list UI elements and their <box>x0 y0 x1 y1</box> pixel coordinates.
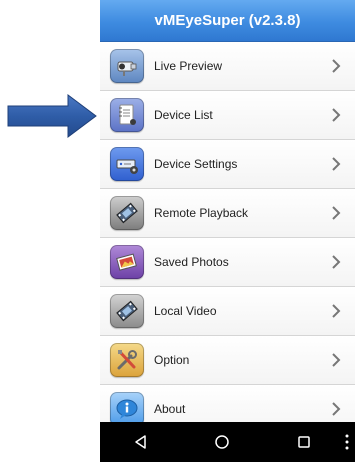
chevron-right-icon <box>332 353 341 367</box>
app-title: vMEyeSuper (v2.3.8) <box>154 12 301 29</box>
menu-item-label: Local Video <box>154 304 217 318</box>
android-navigation-bar <box>100 422 355 462</box>
chevron-right-icon <box>332 255 341 269</box>
menu-item-device-list[interactable]: Device List <box>100 91 355 140</box>
pointer-arrow-icon <box>7 94 97 138</box>
film-reel-icon <box>110 196 144 230</box>
app-title-bar: vMEyeSuper (v2.3.8) <box>100 0 355 42</box>
notebook-icon <box>110 98 144 132</box>
menu-item-label: Remote Playback <box>154 206 249 220</box>
chevron-right-icon <box>332 206 341 220</box>
chevron-right-icon <box>332 402 341 416</box>
camera-icon <box>110 49 144 83</box>
photos-icon <box>110 245 144 279</box>
home-icon[interactable] <box>214 434 230 450</box>
recents-icon[interactable] <box>296 434 312 450</box>
menu-item-label: Live Preview <box>154 59 223 73</box>
menu-item-live-preview[interactable]: Live Preview <box>100 42 355 91</box>
dvr-gear-icon <box>110 147 144 181</box>
film-reel-icon <box>110 294 144 328</box>
menu-item-remote-playback[interactable]: Remote Playback <box>100 189 355 238</box>
menu-item-label: Device Settings <box>154 157 238 171</box>
screenshot-stage: vMEyeSuper (v2.3.8) Live Preview Device … <box>0 0 355 462</box>
chevron-right-icon <box>332 59 341 73</box>
menu-item-device-settings[interactable]: Device Settings <box>100 140 355 189</box>
menu-item-option[interactable]: Option <box>100 336 355 385</box>
menu-item-local-video[interactable]: Local Video <box>100 287 355 336</box>
chevron-right-icon <box>332 108 341 122</box>
main-menu: Live Preview Device List Device Settings <box>100 42 355 434</box>
info-bubble-icon <box>110 392 144 426</box>
menu-item-label: Saved Photos <box>154 255 229 269</box>
chevron-right-icon <box>332 304 341 318</box>
back-icon[interactable] <box>133 434 149 450</box>
menu-item-label: Device List <box>154 108 213 122</box>
phone-screen: vMEyeSuper (v2.3.8) Live Preview Device … <box>100 0 355 462</box>
chevron-right-icon <box>332 157 341 171</box>
menu-item-saved-photos[interactable]: Saved Photos <box>100 238 355 287</box>
tools-icon <box>110 343 144 377</box>
overflow-menu-icon[interactable] <box>345 434 349 450</box>
menu-item-label: About <box>154 402 186 416</box>
menu-item-label: Option <box>154 353 190 367</box>
